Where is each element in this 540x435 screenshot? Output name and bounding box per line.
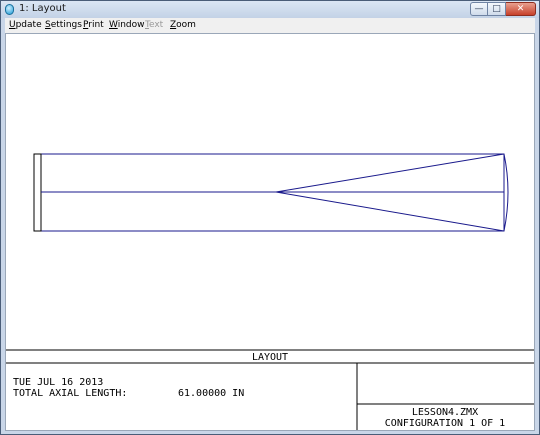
- layout-drawing: LAYOUT TUE JUL 16 2013 TOTAL AXIAL LENGT…: [6, 153, 534, 430]
- menu-print-label: rint: [88, 20, 104, 30]
- maximize-icon: □: [492, 4, 501, 14]
- menu-text: Text: [145, 20, 163, 30]
- app-icon[interactable]: [5, 4, 14, 15]
- menu-settings-label: ettings: [50, 20, 82, 30]
- minimize-button[interactable]: —: [470, 2, 488, 16]
- window-controls: — □ ✕: [470, 2, 536, 16]
- minimize-icon: —: [474, 4, 484, 14]
- axial-length-value: 61.00000 IN: [178, 388, 244, 399]
- entrance-element: [33, 153, 42, 232]
- menu-update[interactable]: Update: [9, 20, 42, 30]
- layout-plot-area[interactable]: LAYOUT TUE JUL 16 2013 TOTAL AXIAL LENGT…: [5, 33, 535, 431]
- menu-update-label: pdate: [15, 20, 42, 30]
- menu-text-label: ext: [148, 20, 164, 30]
- filename-label: LESSON4.ZMX: [412, 407, 478, 418]
- menu-window-mnemonic: W: [109, 20, 118, 30]
- window-title: 1: Layout: [19, 3, 66, 14]
- axial-length-label: TOTAL AXIAL LENGTH:: [13, 388, 127, 399]
- title-bar[interactable]: 1: Layout — □ ✕: [1, 1, 539, 18]
- close-icon: ✕: [516, 4, 525, 14]
- menu-window[interactable]: Window: [109, 20, 145, 30]
- menu-zoom-label: oom: [176, 20, 196, 30]
- menu-zoom[interactable]: Zoom: [170, 20, 196, 30]
- menu-print[interactable]: Print: [83, 20, 104, 30]
- menu-bar: Update Settings Print Window Text Zoom: [5, 18, 535, 33]
- close-button[interactable]: ✕: [506, 2, 536, 16]
- layout-window: 1: Layout — □ ✕ Update Settings Print Wi…: [0, 0, 540, 435]
- ray-upper: [275, 153, 505, 193]
- primary-mirror: [503, 153, 509, 232]
- layout-section-title: LAYOUT: [252, 352, 288, 363]
- ray-lower: [275, 191, 505, 232]
- menu-update-mnemonic: U: [9, 20, 16, 30]
- menu-window-label: indow: [117, 20, 145, 30]
- date-label: TUE JUL 16 2013: [13, 377, 103, 388]
- menu-settings[interactable]: Settings: [45, 20, 82, 30]
- configuration-label: CONFIGURATION 1 OF 1: [385, 418, 505, 429]
- maximize-button[interactable]: □: [488, 2, 506, 16]
